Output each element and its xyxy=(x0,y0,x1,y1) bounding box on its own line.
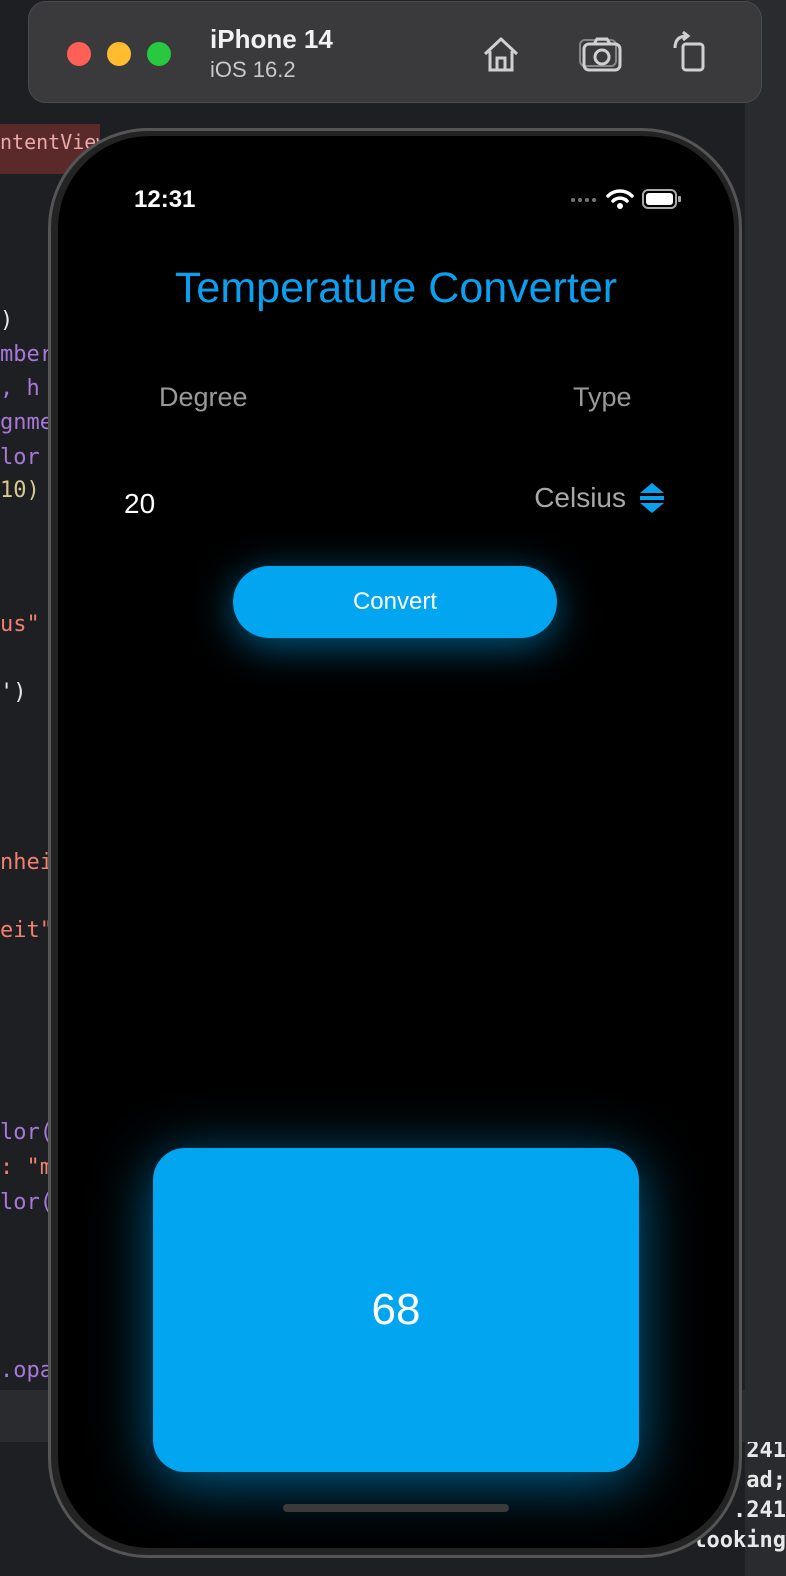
code-line: : "m xyxy=(0,1155,53,1180)
code-line: nhei xyxy=(0,850,53,875)
type-picker-value: Celsius xyxy=(534,482,626,513)
type-picker[interactable]: Celsius xyxy=(534,481,666,515)
close-window-button[interactable] xyxy=(67,42,91,66)
console-line: ad; xyxy=(746,1468,786,1493)
chevron-up-down-icon xyxy=(640,483,664,513)
code-line: 10) xyxy=(0,478,40,503)
code-line: lor( xyxy=(0,1120,53,1145)
code-line: mber xyxy=(0,342,53,367)
phone-screen: 12:31 Temperature Converter Degree Type … xyxy=(58,136,734,1548)
home-indicator xyxy=(283,1504,509,1512)
code-line: us" xyxy=(0,612,40,637)
code-line: lor xyxy=(0,445,40,470)
battery-icon xyxy=(642,189,681,209)
device-name: iPhone 14 xyxy=(210,24,333,54)
degree-input[interactable] xyxy=(122,481,326,527)
code-line: lor( xyxy=(0,1190,53,1215)
app-title: Temperature Converter xyxy=(174,264,618,312)
wifi-icon xyxy=(606,189,634,209)
code-line: gnme xyxy=(0,410,53,435)
console-line: .241 xyxy=(733,1498,786,1523)
code-line: ') xyxy=(0,680,27,705)
zoom-window-button[interactable] xyxy=(147,42,171,66)
code-line: ) xyxy=(0,308,14,333)
code-line: .opa xyxy=(0,1358,53,1383)
minimize-window-button[interactable] xyxy=(107,42,131,66)
screenshot-icon[interactable] xyxy=(577,30,625,78)
degree-header: Degree xyxy=(159,382,248,412)
rotate-icon[interactable] xyxy=(667,30,715,78)
convert-button[interactable]: Convert xyxy=(233,566,557,638)
cellular-signal-icon xyxy=(571,198,596,202)
result-display: 68 xyxy=(153,1148,639,1472)
editor-right-panel xyxy=(745,0,786,1576)
status-time: 12:31 xyxy=(134,186,196,213)
home-icon[interactable] xyxy=(477,30,525,78)
code-line: , h xyxy=(0,376,40,401)
type-header: Type xyxy=(573,382,632,412)
simulator-toolbar: iPhone 14 iOS 16.2 xyxy=(28,1,762,103)
os-version: iOS 16.2 xyxy=(210,57,296,82)
code-line: eit" xyxy=(0,918,53,943)
